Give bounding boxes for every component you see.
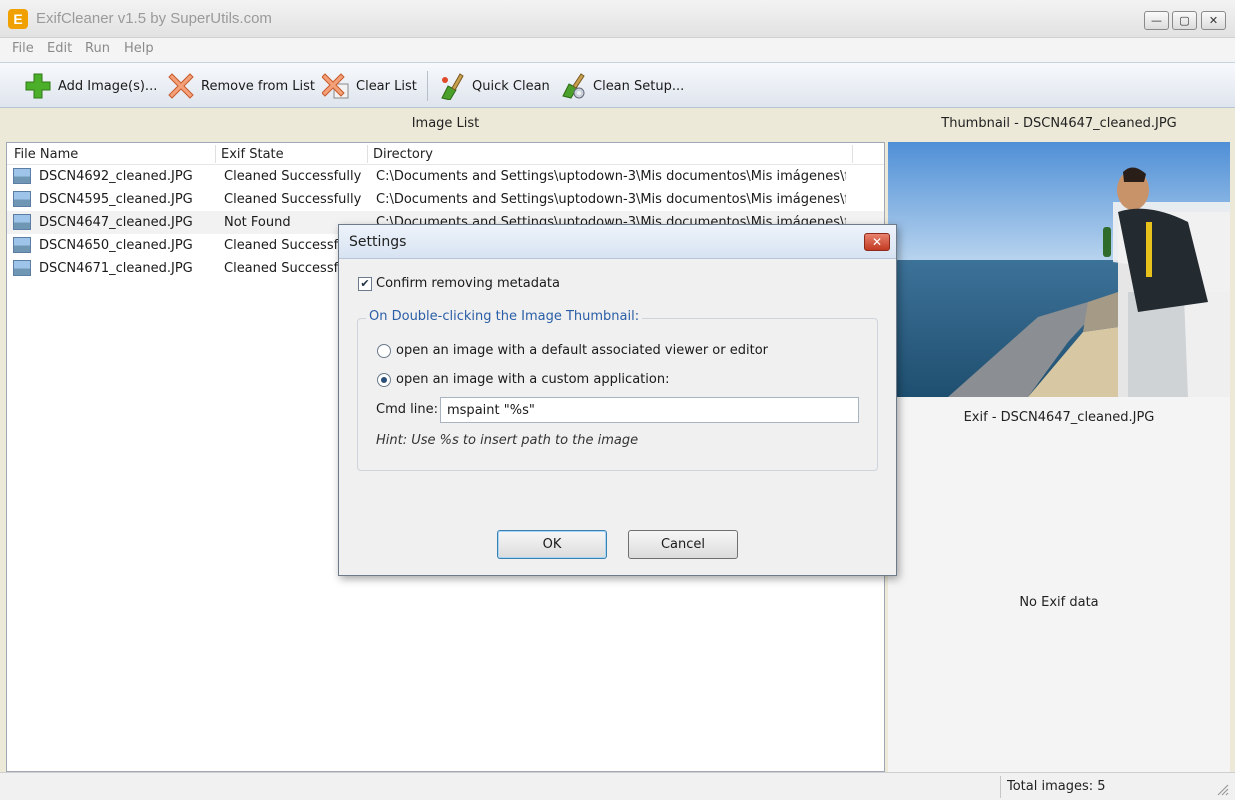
minimize-button[interactable]: — bbox=[1144, 11, 1169, 30]
clear-list-button[interactable]: Clear List bbox=[322, 71, 417, 101]
image-file-icon bbox=[13, 191, 31, 207]
column-directory[interactable]: Directory bbox=[373, 147, 433, 162]
cmd-line-label: Cmd line: bbox=[376, 402, 438, 417]
image-file-icon bbox=[13, 214, 31, 230]
column-file-name[interactable]: File Name bbox=[14, 147, 78, 162]
column-divider[interactable] bbox=[215, 145, 216, 163]
plus-icon bbox=[25, 73, 51, 99]
cell-file-name: DSCN4650_cleaned.JPG bbox=[39, 238, 193, 253]
window-title: ExifCleaner v1.5 by SuperUtils.com bbox=[36, 10, 272, 27]
default-viewer-radio[interactable] bbox=[377, 344, 391, 358]
default-viewer-label[interactable]: open an image with a default associated … bbox=[396, 343, 768, 358]
cell-exif-state: Cleaned Successfully bbox=[224, 192, 362, 207]
clear-list-icon bbox=[322, 73, 349, 99]
title-bar: E ExifCleaner v1.5 by SuperUtils.com — ▢… bbox=[0, 0, 1235, 38]
dialog-title: Settings bbox=[349, 234, 407, 250]
clear-list-label: Clear List bbox=[356, 78, 417, 94]
status-divider bbox=[1000, 776, 1001, 798]
broom-gear-icon bbox=[562, 73, 585, 99]
toolbar: Add Image(s)... Remove from List Clear L… bbox=[0, 62, 1235, 108]
thumbnail-heading: Thumbnail - DSCN4647_cleaned.JPG bbox=[941, 116, 1177, 131]
add-images-button[interactable]: Add Image(s)... bbox=[24, 71, 157, 101]
list-header: File Name Exif State Directory bbox=[7, 143, 884, 165]
cancel-button[interactable]: Cancel bbox=[628, 530, 738, 559]
image-file-icon bbox=[13, 168, 31, 184]
double-click-group bbox=[357, 318, 878, 471]
custom-application-radio[interactable] bbox=[377, 373, 391, 387]
double-click-group-label: On Double-clicking the Image Thumbnail: bbox=[366, 309, 643, 324]
quick-clean-label: Quick Clean bbox=[472, 78, 550, 94]
ok-button[interactable]: OK bbox=[497, 530, 607, 559]
broom-icon bbox=[441, 73, 464, 100]
exif-heading: Exif - DSCN4647_cleaned.JPG bbox=[963, 410, 1155, 425]
menu-file[interactable]: File bbox=[12, 41, 34, 56]
cell-file-name: DSCN4595_cleaned.JPG bbox=[39, 192, 193, 207]
cmd-line-input[interactable] bbox=[440, 397, 859, 423]
image-file-icon bbox=[13, 260, 31, 276]
menu-run[interactable]: Run bbox=[85, 41, 110, 56]
status-bar: Total images: 5 bbox=[0, 772, 1235, 800]
no-exif-message: No Exif data bbox=[1019, 595, 1099, 610]
column-divider[interactable] bbox=[367, 145, 368, 163]
add-images-label: Add Image(s)... bbox=[58, 78, 158, 94]
cell-file-name: DSCN4692_cleaned.JPG bbox=[39, 169, 193, 184]
remove-x-icon bbox=[168, 73, 194, 99]
close-button[interactable]: ✕ bbox=[1201, 11, 1226, 30]
dialog-title-bar: Settings ✕ bbox=[339, 225, 896, 259]
cell-file-name: DSCN4671_cleaned.JPG bbox=[39, 261, 193, 276]
thumbnail-image[interactable] bbox=[888, 142, 1230, 397]
quick-clean-button[interactable]: Quick Clean bbox=[438, 71, 550, 101]
remove-from-list-label: Remove from List bbox=[201, 78, 315, 94]
confirm-removing-checkbox[interactable]: ✔ bbox=[358, 277, 372, 291]
custom-application-label[interactable]: open an image with a custom application: bbox=[396, 372, 669, 387]
toolbar-separator bbox=[427, 71, 428, 101]
clean-setup-label: Clean Setup... bbox=[593, 78, 685, 94]
remove-from-list-button[interactable]: Remove from List bbox=[167, 71, 315, 101]
preview-panel: Exif - DSCN4647_cleaned.JPG No Exif data bbox=[888, 142, 1230, 772]
table-row[interactable]: DSCN4692_cleaned.JPG Cleaned Successfull… bbox=[7, 165, 884, 188]
menu-help[interactable]: Help bbox=[124, 41, 154, 56]
total-images-status: Total images: 5 bbox=[1007, 779, 1106, 794]
resize-grip-icon[interactable] bbox=[1216, 783, 1230, 797]
menu-edit[interactable]: Edit bbox=[47, 41, 72, 56]
cell-directory: C:\Documents and Settings\uptodown-3\Mis… bbox=[376, 169, 846, 184]
cell-directory: C:\Documents and Settings\uptodown-3\Mis… bbox=[376, 192, 846, 207]
table-row[interactable]: DSCN4595_cleaned.JPG Cleaned Successfull… bbox=[7, 188, 884, 211]
column-exif-state[interactable]: Exif State bbox=[221, 147, 284, 162]
confirm-removing-label[interactable]: Confirm removing metadata bbox=[376, 276, 560, 291]
menu-bar: File Edit Run Help bbox=[0, 38, 1235, 62]
image-file-icon bbox=[13, 237, 31, 253]
cell-file-name: DSCN4647_cleaned.JPG bbox=[39, 215, 193, 230]
maximize-button[interactable]: ▢ bbox=[1172, 11, 1197, 30]
app-icon: E bbox=[8, 9, 28, 29]
settings-dialog: Settings ✕ ✔ Confirm removing metadata O… bbox=[338, 224, 897, 576]
dialog-close-button[interactable]: ✕ bbox=[864, 233, 890, 251]
cell-exif-state: Cleaned Successfully bbox=[224, 169, 362, 184]
hint-text: Hint: Use %s to insert path to the image bbox=[376, 433, 639, 448]
column-divider[interactable] bbox=[852, 145, 853, 163]
checkmark-icon: ✔ bbox=[360, 277, 370, 290]
image-list-heading: Image List bbox=[411, 116, 480, 131]
clean-setup-button[interactable]: Clean Setup... bbox=[559, 71, 684, 101]
